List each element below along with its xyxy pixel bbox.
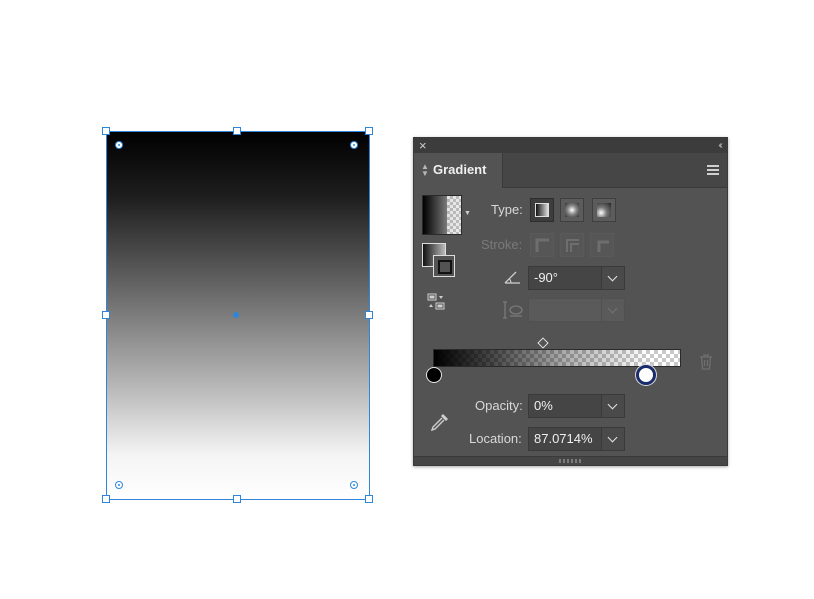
radial-gradient-button[interactable] [560,198,584,222]
aspect-ratio-field[interactable] [528,298,602,322]
angle-dropdown-button[interactable] [601,266,625,290]
chevron-down-icon [607,271,618,282]
stroke-swatch[interactable] [433,255,455,277]
resize-grip-icon[interactable] [559,459,583,463]
aspect-ratio-icon [502,301,524,322]
tab-expand-icon[interactable]: ▲ ▼ [421,163,429,178]
chevron-down-icon [607,303,618,314]
type-label: Type: [491,202,523,217]
panel-resize-bar[interactable] [414,456,727,465]
stroke-label: Stroke: [481,237,523,252]
opacity-dropdown-button[interactable] [601,394,625,418]
stroke-along-button[interactable] [560,233,584,257]
gradient-swatch[interactable] [422,195,462,235]
corner-radius-widget-bottom-left[interactable] [115,481,123,489]
eyedropper-icon[interactable] [429,411,451,436]
collapse-icon[interactable]: ‹‹ [718,138,722,153]
location-label: Location: [469,431,522,446]
handle-bottom-middle[interactable] [233,495,241,503]
corner-radius-widget-bottom-right[interactable] [350,481,358,489]
handle-bottom-left[interactable] [102,495,110,503]
center-point[interactable] [233,312,239,318]
handle-bottom-right[interactable] [365,495,373,503]
stroke-across-button[interactable] [590,233,614,257]
opacity-field[interactable]: 0% [528,394,602,418]
handle-middle-right[interactable] [365,311,373,319]
close-icon[interactable]: × [419,138,427,153]
aspect-ratio-dropdown-button[interactable] [601,298,625,322]
linear-gradient-button[interactable] [530,198,554,222]
location-dropdown-button[interactable] [601,427,625,451]
handle-top-middle[interactable] [233,127,241,135]
stroke-within-button[interactable] [530,233,554,257]
gradient-stop-black[interactable] [426,367,442,383]
angle-icon [504,270,522,287]
opacity-label: Opacity: [475,398,523,413]
chevron-down-icon [607,399,618,410]
delete-stop-icon[interactable] [699,354,713,373]
tab-gradient-label: Gradient [433,162,487,177]
location-field[interactable]: 87.0714% [528,427,602,451]
handle-top-right[interactable] [365,127,373,135]
handle-middle-left[interactable] [102,311,110,319]
angle-field[interactable]: -90° [528,266,602,290]
swatch-dropdown-icon[interactable]: ▼ [464,210,471,217]
tab-gradient[interactable]: ▲ ▼ Gradient [414,153,503,188]
chevron-down-icon [607,432,618,443]
stroke-along-icon [566,239,579,252]
freeform-gradient-icon [597,203,611,217]
handle-top-left[interactable] [102,127,110,135]
freeform-gradient-button[interactable] [592,198,616,222]
panel-menu-icon[interactable] [707,165,719,177]
radial-gradient-icon [565,203,579,217]
linear-gradient-icon [535,203,549,217]
reverse-gradient-icon[interactable] [427,293,449,314]
gradient-stop-selected[interactable] [636,365,656,385]
gradient-midpoint-diamond[interactable] [537,337,549,349]
corner-radius-widget-top-right[interactable] [350,141,358,149]
gradient-panel: × ‹‹ ▲ ▼ Gradient ▼ Type: Stroke: -90° O… [413,137,728,466]
corner-radius-widget-top-left[interactable] [115,141,123,149]
panel-tab-bar: ▲ ▼ Gradient [414,153,727,188]
stroke-within-icon [535,238,549,252]
panel-title-bar[interactable]: × ‹‹ [414,138,727,153]
stroke-across-icon [597,240,609,252]
